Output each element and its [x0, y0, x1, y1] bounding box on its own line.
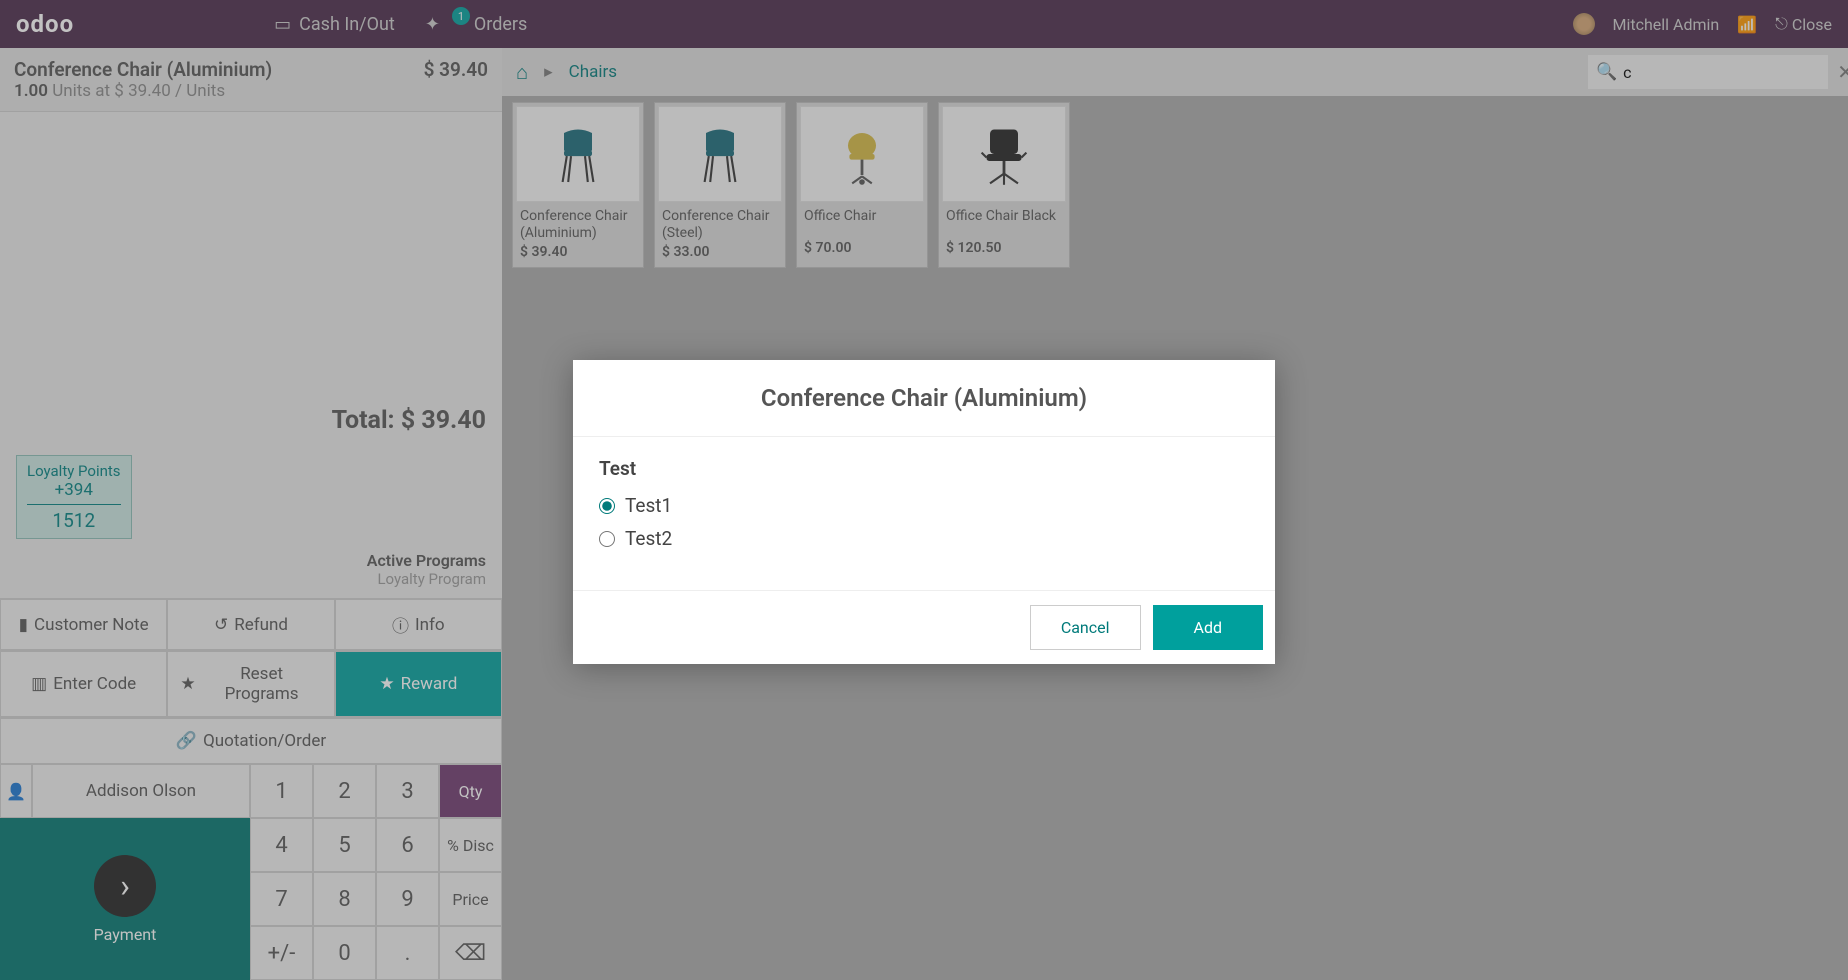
attribute-modal: Conference Chair (Aluminium) Test Test1 … [573, 360, 1275, 664]
attribute-group-label: Test [599, 457, 1249, 480]
radio-input[interactable] [599, 531, 615, 547]
modal-title: Conference Chair (Aluminium) [573, 360, 1275, 437]
cancel-button[interactable]: Cancel [1030, 605, 1141, 650]
option-label: Test1 [625, 494, 672, 517]
attribute-option-2[interactable]: Test2 [599, 527, 1249, 550]
option-label: Test2 [625, 527, 672, 550]
radio-input[interactable] [599, 498, 615, 514]
attribute-option-1[interactable]: Test1 [599, 494, 1249, 517]
add-button[interactable]: Add [1153, 605, 1263, 650]
